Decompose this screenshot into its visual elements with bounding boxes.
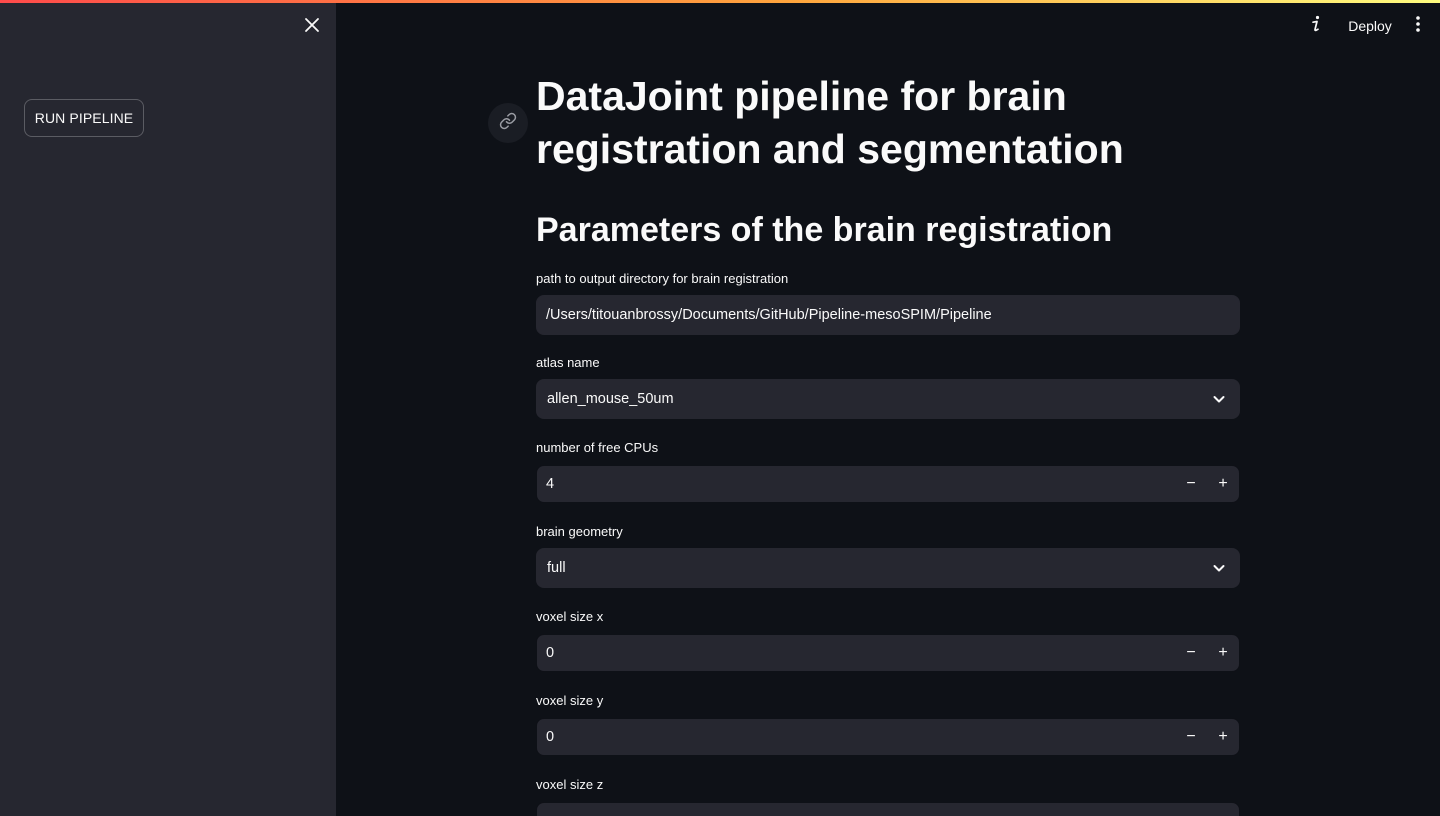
output-dir-input[interactable]: /Users/titouanbrossy/Documents/GitHub/Pi… [536, 295, 1240, 335]
free-cpus-label: number of free CPUs [536, 440, 659, 455]
page-title: DataJoint pipeline for brain registratio… [536, 73, 1124, 172]
free-cpus-decrement-button[interactable]: − [1175, 466, 1207, 502]
atlas-name-label: atlas name [536, 355, 600, 370]
deploy-button[interactable]: Deploy [1340, 14, 1400, 38]
free-cpus-increment-button[interactable]: + [1207, 466, 1239, 502]
title-anchor-link[interactable] [488, 103, 528, 143]
vertical-ellipsis-icon [1416, 15, 1420, 37]
output-dir-value: /Users/titouanbrossy/Documents/GitHub/Pi… [546, 307, 992, 323]
voxel-size-y-decrement-button[interactable]: − [1175, 719, 1207, 755]
free-cpus-stepper[interactable]: 4 − + [536, 465, 1240, 503]
voxel-size-x-label: voxel size x [536, 609, 604, 624]
sidebar: RUN PIPELINE [0, 0, 336, 816]
brain-geometry-value: full [547, 560, 566, 576]
voxel-size-x-increment-button[interactable]: + [1207, 635, 1239, 671]
decoration-top-gradient [0, 0, 1440, 3]
atlas-name-select[interactable]: allen_mouse_50um [536, 379, 1240, 419]
voxel-size-x-decrement-button[interactable]: − [1175, 635, 1207, 671]
section-title: Parameters of the brain registration [536, 211, 1113, 249]
voxel-size-y-label: voxel size y [536, 693, 604, 708]
voxel-size-y-stepper[interactable]: 0 − + [536, 718, 1240, 756]
close-sidebar-button[interactable] [300, 15, 324, 39]
voxel-size-z-stepper[interactable] [536, 802, 1240, 816]
link-icon [499, 112, 517, 135]
voxel-size-y-value: 0 [546, 729, 555, 745]
voxel-size-y-increment-button[interactable]: + [1207, 719, 1239, 755]
close-icon [304, 17, 320, 38]
main-menu-button[interactable] [1408, 14, 1428, 38]
brain-geometry-select[interactable]: full [536, 548, 1240, 588]
output-dir-label: path to output directory for brain regis… [536, 271, 789, 286]
chevron-down-icon [1209, 558, 1229, 578]
info-icon [1310, 15, 1322, 38]
voxel-size-x-value: 0 [546, 645, 555, 661]
info-button[interactable] [1306, 14, 1326, 38]
brain-geometry-label: brain geometry [536, 524, 623, 539]
voxel-size-z-label: voxel size z [536, 777, 604, 792]
run-pipeline-button[interactable]: RUN PIPELINE [24, 99, 144, 137]
chevron-down-icon [1209, 389, 1229, 409]
voxel-size-x-stepper[interactable]: 0 − + [536, 634, 1240, 672]
atlas-name-value: allen_mouse_50um [547, 391, 674, 407]
free-cpus-value: 4 [546, 476, 555, 492]
